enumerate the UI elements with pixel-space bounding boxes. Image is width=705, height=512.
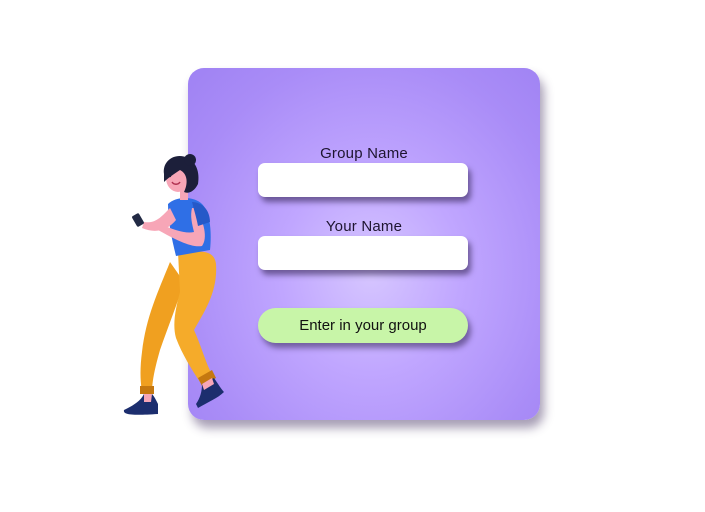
group-name-label: Group Name xyxy=(320,145,408,162)
group-entry-card: Group Name Your Name Enter in your group xyxy=(188,68,540,420)
enter-group-button[interactable]: Enter in your group xyxy=(258,308,468,343)
group-name-input[interactable] xyxy=(258,163,468,197)
woman-with-phone-illustration xyxy=(123,154,224,415)
your-name-label: Your Name xyxy=(325,218,403,235)
login-page: Group Name Your Name Enter in your group xyxy=(0,0,705,512)
your-name-input[interactable] xyxy=(258,236,468,270)
